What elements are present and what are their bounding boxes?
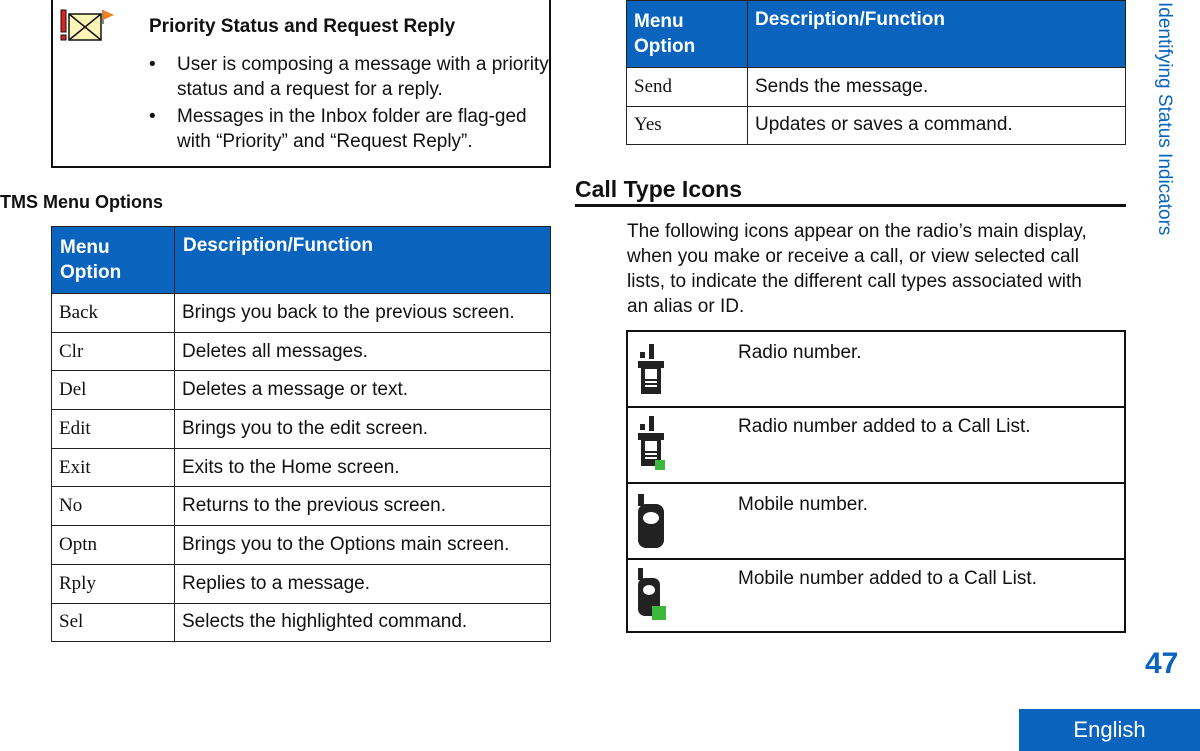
header-description: Description/Function (747, 0, 1126, 68)
note-box: Priority Status and Request Reply • User … (51, 0, 551, 168)
language-tab: English (1019, 709, 1200, 751)
radio-icon (638, 344, 664, 394)
call-row-desc: Mobile number added to a Call List. (738, 568, 1037, 589)
description-cell: Updates or saves a command. (747, 105, 1126, 145)
description-cell: Brings you to the Options main screen. (174, 525, 551, 565)
table-row: Clr Deletes all messages. (51, 331, 551, 372)
table-header: Menu Option Description/Function (51, 226, 551, 294)
description-cell: Deletes a message or text. (174, 370, 551, 411)
call-row: Mobile number added to a Call List. (628, 558, 1124, 631)
table-row: Del Deletes a message or text. (51, 370, 551, 411)
side-tab-label: Identifying Status Indicators (1154, 2, 1175, 236)
call-type-title: Call Type Icons (575, 176, 743, 202)
table-header: Menu Option Description/Function (626, 0, 1126, 68)
header-menu-option: Menu Option (626, 0, 748, 68)
menu-option-cell: Yes (626, 105, 748, 145)
menu-option-cell: Del (51, 370, 175, 411)
table-row: Optn Brings you to the Options main scree… (51, 525, 551, 565)
menu-option-cell: Optn (51, 525, 175, 565)
menu-option-cell: Exit (51, 447, 175, 488)
description-cell: Returns to the previous screen. (174, 486, 551, 527)
table-row: Back Brings you back to the previous scre… (51, 293, 551, 333)
call-row-desc: Radio number added to a Call List. (738, 416, 1031, 437)
call-row-desc: Radio number. (738, 342, 862, 363)
table-row: Exit Exits to the Home screen. (51, 447, 551, 488)
tms-menu-table: Menu Option Description/Function Back Bri… (51, 226, 551, 643)
call-type-rule (575, 204, 1126, 207)
tms-section-title: TMS Menu Options (0, 192, 163, 212)
table-row: Rply Replies to a message. (51, 563, 551, 604)
description-cell: Sends the message. (747, 67, 1126, 107)
menu-option-cell: No (51, 486, 175, 527)
description-cell: Selects the highlighted command. (174, 602, 551, 643)
table-row: Sel Selects the highlighted command. (51, 602, 551, 643)
call-row-desc: Mobile number. (738, 494, 868, 515)
table-row: Send Sends the message. (626, 67, 1126, 107)
note-bullet: • User is composing a message with a prio… (149, 54, 549, 100)
description-cell: Brings you to the edit screen. (174, 409, 551, 449)
call-type-table: Radio number. Radio number added to a Ca… (626, 330, 1126, 633)
description-cell: Exits to the Home screen. (174, 447, 551, 488)
menu-option-cell: Edit (51, 409, 175, 449)
language-label: English (1073, 717, 1146, 742)
menu-option-cell: Clr (51, 331, 175, 372)
menu-option-cell: Back (51, 293, 175, 333)
note-bullet: • Messages in the Inbox folder are flag-g… (149, 106, 527, 152)
priority-request-reply-icon (60, 9, 114, 41)
note-title: Priority Status and Request Reply (149, 16, 456, 37)
header-menu-option: Menu Option (51, 226, 175, 294)
mobile-icon (638, 494, 664, 548)
call-type-intro: The following icons appear on the radio’… (627, 221, 1087, 317)
call-row: Mobile number. (628, 484, 1124, 560)
description-cell: Replies to a message. (174, 563, 551, 604)
menu-option-cell: Rply (51, 563, 175, 604)
table-row: Edit Brings you to the edit screen. (51, 409, 551, 449)
header-description: Description/Function (174, 226, 551, 294)
radio-call-list-icon (638, 416, 665, 470)
page-number: 47 (1145, 647, 1179, 680)
mobile-call-list-icon (638, 568, 666, 620)
description-cell: Deletes all messages. (174, 331, 551, 372)
right-menu-table: Menu Option Description/Function Send Sen… (626, 0, 1126, 145)
menu-option-cell: Sel (51, 602, 175, 643)
table-row: No Returns to the previous screen. (51, 486, 551, 527)
menu-option-cell: Send (626, 67, 748, 107)
description-cell: Brings you back to the previous screen. (174, 293, 551, 333)
call-row: Radio number. (628, 332, 1124, 408)
call-row: Radio number added to a Call List. (628, 406, 1124, 484)
table-row: Yes Updates or saves a command. (626, 105, 1126, 145)
